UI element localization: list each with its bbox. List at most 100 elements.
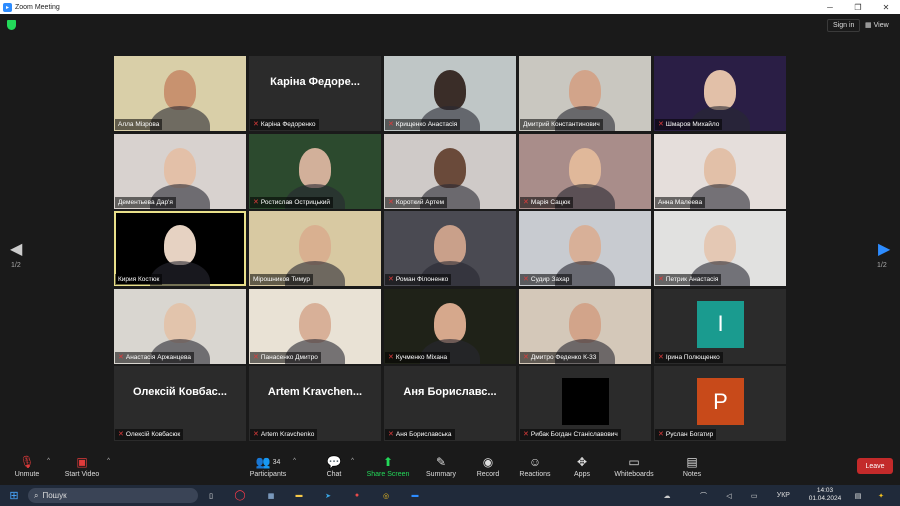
participant-tile[interactable]: ✕ Анастасія Аржанцева bbox=[114, 288, 246, 364]
view-button[interactable]: ▦ View bbox=[865, 19, 889, 32]
participant-tile[interactable]: ✕ Роман Філоненко bbox=[384, 211, 516, 286]
participant-name: Петрик Анастасія bbox=[665, 276, 719, 283]
participant-namebar: Анна Малеева bbox=[655, 196, 706, 208]
battery-icon: ▭ bbox=[750, 492, 758, 500]
participant-name: Кирия Костюк bbox=[118, 276, 160, 283]
start-video-button[interactable]: ▣ Start Video ^ bbox=[62, 453, 110, 483]
participant-tile[interactable]: ✕ Рибак Богдан Станіславович bbox=[519, 366, 651, 441]
chrome-alt-icon[interactable]: ● bbox=[350, 489, 364, 502]
participant-tile[interactable]: Artem Kravchen... ✕ Artem Kravchenko bbox=[249, 366, 381, 441]
participant-video bbox=[434, 302, 466, 343]
participant-namebar: ✕ Каріна Федоренко bbox=[250, 119, 319, 130]
system-tray[interactable]: ⌒ ◁ ▭ УКР bbox=[700, 489, 790, 502]
participant-tile[interactable]: Каріна Федоре... ✕ Каріна Федоренко bbox=[249, 56, 381, 131]
participant-tile[interactable]: ✕ Кучменко Міхана bbox=[384, 288, 516, 364]
store-icon[interactable]: ▦ bbox=[264, 489, 278, 502]
copilot-icon[interactable]: ✦ bbox=[874, 489, 888, 502]
participant-tile[interactable]: I ✕ Ірина Полющенко bbox=[654, 288, 786, 364]
minimize-button[interactable]: ─ bbox=[816, 0, 844, 14]
reactions-icon: ☺ bbox=[528, 455, 542, 469]
participant-name: Каріна Федоренко bbox=[260, 121, 316, 128]
participant-namebar: Кирия Костюк bbox=[115, 274, 163, 285]
participant-tile[interactable]: Дмитрий Константинович bbox=[519, 56, 651, 131]
participant-tile[interactable]: Олексій Ковбас... ✕ Олексій Ковбасюк bbox=[114, 366, 246, 441]
chrome-icon[interactable]: ◎ bbox=[379, 489, 393, 502]
summary-button[interactable]: ✎ Summary bbox=[424, 453, 458, 483]
record-button[interactable]: ◉ Record bbox=[474, 453, 502, 483]
participant-video bbox=[299, 302, 331, 343]
participant-display-name: Олексій Ковбас... bbox=[133, 386, 227, 398]
taskbar-clock[interactable]: 14:03 01.04.2024 bbox=[808, 487, 842, 503]
prev-page-arrow-icon[interactable]: ◀ bbox=[10, 239, 22, 259]
telegram-icon[interactable]: ➤ bbox=[321, 489, 335, 502]
mic-muted-icon: ✕ bbox=[523, 353, 529, 361]
participant-video bbox=[164, 225, 196, 265]
participant-name: Панасенко Дмитро bbox=[260, 353, 318, 361]
close-button[interactable]: ✕ bbox=[872, 0, 900, 14]
apps-button[interactable]: ✥ Apps bbox=[570, 453, 594, 483]
keyboard-lang: УКР bbox=[776, 492, 790, 499]
leave-button[interactable]: Leave bbox=[857, 458, 893, 474]
reactions-button[interactable]: ☺ Reactions bbox=[518, 453, 552, 483]
maximize-button[interactable]: ❐ bbox=[844, 0, 872, 14]
sign-in-button[interactable]: Sign in bbox=[827, 19, 861, 32]
chevron-up-icon[interactable]: ^ bbox=[47, 458, 50, 464]
participant-video bbox=[164, 147, 196, 188]
share-screen-button[interactable]: ⬆ Share Screen bbox=[366, 453, 410, 483]
mic-muted-icon: ✕ bbox=[118, 431, 124, 438]
window-titlebar: ▸ Zoom Meeting ─ ❐ ✕ bbox=[0, 0, 900, 14]
opera-icon[interactable]: ◯ bbox=[233, 489, 247, 502]
participant-tile[interactable]: ✕ Судир Захар bbox=[519, 211, 651, 286]
next-page-arrow-icon[interactable]: ▶ bbox=[878, 239, 890, 259]
whiteboards-button[interactable]: ▭ Whiteboards bbox=[612, 453, 656, 483]
mic-muted-icon: ✕ bbox=[658, 276, 664, 283]
participant-tile[interactable]: ✕ Шмаров Михайло bbox=[654, 56, 786, 131]
security-shield-icon[interactable] bbox=[7, 20, 16, 30]
unmute-button[interactable]: 🎙 Unmute ^ bbox=[12, 453, 50, 483]
participants-icon: 👥 bbox=[255, 455, 271, 469]
participant-tile[interactable]: ✕ Крищенко Анастасія bbox=[384, 56, 516, 131]
os-taskbar: ⊞ ⌕ Пошук ▯ ◯ ▦ ▬ ➤ ● ◎ ▬ ☁ ⌒ ◁ ▭ УКР 14… bbox=[0, 485, 900, 506]
chevron-up-icon[interactable]: ^ bbox=[293, 458, 296, 464]
participant-tile[interactable]: Аня Бориславс... ✕ Аня Бориславська bbox=[384, 366, 516, 441]
record-icon: ◉ bbox=[482, 455, 494, 469]
participant-video bbox=[164, 302, 196, 343]
participant-video bbox=[569, 302, 601, 343]
participant-display-name: Artem Kravchen... bbox=[267, 386, 363, 398]
participant-name: Шмаров Михайло bbox=[665, 121, 720, 128]
file-explorer-icon[interactable]: ▬ bbox=[292, 489, 306, 502]
participants-button[interactable]: 👥 34 Participants ^ bbox=[248, 453, 296, 483]
participant-tile[interactable]: Алла Мізрова bbox=[114, 56, 246, 131]
participant-tile[interactable]: ✕ Короткий Артем bbox=[384, 133, 516, 209]
participant-tile[interactable]: ✕ Петрик Анастасія bbox=[654, 211, 786, 286]
participant-tile[interactable]: ✕ Марія Сацюк bbox=[519, 133, 651, 209]
participant-tile[interactable]: ✕ Ростислав Острицький bbox=[249, 133, 381, 209]
notes-button[interactable]: ▤ Notes bbox=[680, 453, 704, 483]
participant-tile[interactable]: Дементьева Дар'я bbox=[114, 133, 246, 209]
participant-namebar: ✕ Аня Бориславська bbox=[385, 429, 455, 440]
task-view-icon[interactable]: ▯ bbox=[204, 489, 218, 502]
taskbar-search[interactable]: ⌕ Пошук bbox=[28, 488, 198, 503]
zoom-taskbar-icon[interactable]: ▬ bbox=[408, 489, 422, 502]
participant-tile[interactable]: Кирия Костюк bbox=[114, 211, 246, 286]
notifications-icon[interactable]: ▤ bbox=[851, 489, 865, 502]
chevron-up-icon[interactable]: ^ bbox=[107, 458, 110, 464]
participant-namebar: ✕ Руслан Богатир bbox=[655, 429, 717, 440]
grid-icon: ▦ bbox=[865, 22, 872, 29]
participant-name: Мірошников Тимур bbox=[253, 276, 310, 283]
speaker-icon: ◁ bbox=[726, 492, 732, 500]
chevron-up-icon[interactable]: ^ bbox=[351, 458, 354, 464]
participant-tile[interactable]: P ✕ Руслан Богатир bbox=[654, 366, 786, 441]
participant-tile[interactable]: ✕ Дмитро Феденко К-33 bbox=[519, 288, 651, 364]
participant-tile[interactable]: Мірошников Тимур bbox=[249, 211, 381, 286]
weather-icon[interactable]: ☁ bbox=[660, 489, 674, 502]
mic-muted-icon: ✕ bbox=[523, 276, 529, 283]
participant-tile[interactable]: ✕ Панасенко Дмитро bbox=[249, 288, 381, 364]
chat-button[interactable]: 💬 Chat ^ bbox=[322, 453, 354, 483]
participant-video bbox=[434, 225, 466, 265]
participant-video bbox=[569, 70, 601, 110]
wifi-icon: ⌒ bbox=[700, 492, 707, 500]
participant-display-name: Каріна Федоре... bbox=[270, 76, 360, 88]
participant-tile[interactable]: Анна Малеева bbox=[654, 133, 786, 209]
windows-start-icon[interactable]: ⊞ bbox=[7, 489, 21, 502]
